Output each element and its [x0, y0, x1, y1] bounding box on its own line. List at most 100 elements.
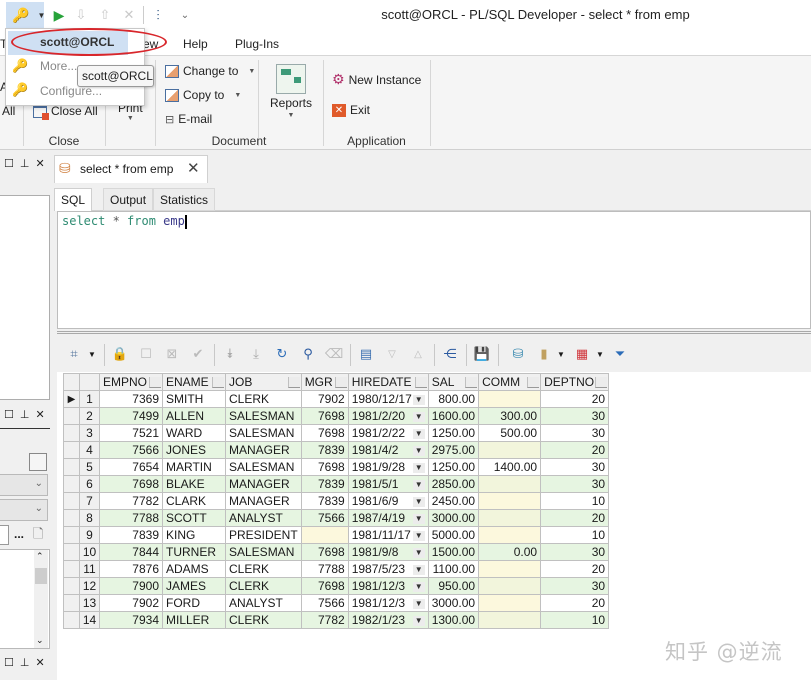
date-picker-dropdown-icon[interactable]: ▼ [412, 412, 425, 422]
close-all-button[interactable]: Close All [33, 104, 98, 120]
cell-deptno[interactable]: 30 [540, 543, 610, 561]
row-number[interactable]: 6 [79, 475, 100, 493]
date-picker-dropdown-icon[interactable]: ▼ [412, 531, 425, 541]
cell-empno[interactable]: 7788 [99, 509, 163, 527]
date-picker-dropdown-icon[interactable]: ▼ [412, 599, 425, 609]
editor-grid-splitter[interactable] [57, 331, 811, 334]
cell-hiredate[interactable]: 1981/2/20 ▼ [347, 407, 429, 425]
cell-comm[interactable]: 300.00 [478, 407, 542, 425]
cell-sal[interactable]: 1250.00 [427, 424, 480, 442]
email-button[interactable]: ⊟ E-mail [165, 112, 212, 126]
break-icon[interactable]: ✕ [120, 6, 138, 24]
new-record-icon[interactable]: ☐ [138, 346, 154, 362]
cell-job[interactable]: SALESMAN [225, 458, 302, 476]
cell-job[interactable]: SALESMAN [225, 407, 302, 425]
cell-ename[interactable]: KING [162, 526, 226, 544]
checkbox[interactable] [29, 453, 47, 471]
cell-hiredate[interactable]: 1981/12/3 ▼ [347, 594, 429, 612]
row-indicator[interactable] [63, 560, 80, 578]
close-tab-icon[interactable]: ✕ [187, 159, 200, 177]
cell-empno[interactable]: 7566 [99, 441, 163, 459]
cell-sal[interactable]: 5000.00 [427, 526, 480, 544]
fetch-next-icon[interactable]: ⯯ [222, 346, 238, 362]
cell-sal[interactable]: 1300.00 [427, 611, 480, 629]
cell-hiredate[interactable]: 1981/9/28 ▼ [347, 458, 429, 476]
cell-sal[interactable]: 2975.00 [427, 441, 480, 459]
cell-job[interactable]: CLERK [225, 577, 302, 595]
date-picker-dropdown-icon[interactable]: ▼ [412, 480, 425, 490]
cell-hiredate[interactable]: 1981/11/17 ▼ [347, 526, 429, 544]
cell-deptno[interactable]: 20 [540, 560, 610, 578]
cell-job[interactable]: MANAGER [225, 441, 302, 459]
date-picker-dropdown-icon[interactable]: ▼ [412, 514, 425, 524]
cell-hiredate[interactable]: 1980/12/17 ▼ [347, 390, 429, 408]
cell-deptno[interactable]: 30 [540, 424, 610, 442]
cell-ename[interactable]: MILLER [162, 611, 226, 629]
lock-icon[interactable]: 🔒 [112, 346, 128, 362]
cell-empno[interactable]: 7934 [99, 611, 163, 629]
cell-ename[interactable]: SCOTT [162, 509, 226, 527]
scroll-thumb[interactable] [35, 568, 47, 584]
table-row[interactable]: 12 7900 JAMES CLERK 7698 1981/12/3 ▼ 950.00 30 [63, 577, 610, 595]
find-icon[interactable]: ⚲ [300, 346, 316, 362]
cell-empno[interactable]: 7844 [99, 543, 163, 561]
cell-ename[interactable]: ADAMS [162, 560, 226, 578]
cell-hiredate[interactable]: 1981/2/22 ▼ [347, 424, 429, 442]
cell-sal[interactable]: 1600.00 [427, 407, 480, 425]
cell-job[interactable]: CLERK [225, 390, 302, 408]
row-indicator[interactable] [63, 594, 80, 612]
new-item-icon[interactable]: 🗋 [33, 525, 43, 547]
table-row[interactable]: 3 7521 WARD SALESMAN 7698 1981/2/22 ▼ 1250.00 50… [63, 424, 610, 442]
column-header-hiredate[interactable]: HIREDATE [347, 373, 429, 391]
cell-mgr[interactable]: 7839 [300, 492, 349, 510]
refresh-icon[interactable]: ↻ [274, 346, 290, 362]
step-up-icon[interactable]: ⇧ [96, 6, 114, 24]
table-row[interactable]: 6 7698 BLAKE MANAGER 7839 1981/5/1 ▼ 2850.00 30 [63, 475, 610, 493]
date-picker-dropdown-icon[interactable]: ▼ [412, 565, 425, 575]
cell-empno[interactable]: 7839 [99, 526, 163, 544]
fetch-last-icon[interactable]: ⤓ [248, 346, 264, 362]
cell-deptno[interactable]: 20 [540, 441, 610, 459]
row-number[interactable]: 12 [79, 577, 100, 595]
row-number[interactable]: 13 [79, 594, 100, 612]
column-header-job[interactable]: JOB [225, 373, 302, 391]
cell-empno[interactable]: 7369 [99, 390, 163, 408]
table-row[interactable]: 9 7839 KING PRESIDENT 1981/11/17 ▼ 5000.00 10 [63, 526, 610, 544]
column-header-empno[interactable]: EMPNO [99, 373, 163, 391]
column-header-comm[interactable]: COMM [478, 373, 542, 391]
cell-job[interactable]: CLERK [225, 611, 302, 629]
cell-empno[interactable]: 7698 [99, 475, 163, 493]
column-header-deptno[interactable]: DEPTNO [540, 373, 610, 391]
chevron-down-icon[interactable]: ▼ [553, 346, 569, 362]
cell-ename[interactable]: JAMES [162, 577, 226, 595]
filter-icon[interactable]: ⏷ [612, 346, 628, 362]
new-instance-button[interactable]: ⚙ New Instance [332, 71, 421, 88]
select-cells-icon[interactable]: ⌗ [66, 346, 82, 362]
cell-ename[interactable]: WARD [162, 424, 226, 442]
cell-mgr[interactable]: 7902 [300, 390, 349, 408]
cell-deptno[interactable]: 10 [540, 526, 610, 544]
menu-help[interactable]: Help [183, 37, 208, 51]
cell-sal[interactable]: 1250.00 [427, 458, 480, 476]
result-grid[interactable]: EMPNO ENAME JOB MGR HIREDATE SAL COMM DE… [63, 373, 610, 629]
column-sort-button[interactable] [595, 377, 608, 388]
tab-statistics[interactable]: Statistics [153, 188, 216, 211]
table-row[interactable]: 14 7934 MILLER CLERK 7782 1982/1/23 ▼ 1300.00 10 [63, 611, 610, 629]
table-row[interactable]: 8 7788 SCOTT ANALYST 7566 1987/4/19 ▼ 3000.00 20 [63, 509, 610, 527]
overflow-menu-icon[interactable]: ⌄ [176, 6, 194, 24]
filter-select-1[interactable]: ⌄ [0, 474, 48, 496]
clear-icon[interactable]: ⌫ [325, 346, 343, 362]
cell-comm[interactable] [478, 441, 542, 459]
row-indicator[interactable] [63, 458, 80, 476]
cell-mgr[interactable]: 7839 [300, 441, 349, 459]
cell-hiredate[interactable]: 1981/5/1 ▼ [347, 475, 429, 493]
row-indicator[interactable] [63, 475, 80, 493]
column-sort-button[interactable] [287, 377, 300, 388]
cell-comm[interactable] [478, 560, 542, 578]
save-icon[interactable]: 💾 [474, 346, 490, 362]
cell-job[interactable]: ANALYST [225, 594, 302, 612]
cell-ename[interactable]: CLARK [162, 492, 226, 510]
dropdown-arrow-icon[interactable]: ▼ [84, 346, 100, 362]
cell-empno[interactable]: 7782 [99, 492, 163, 510]
chart-icon[interactable]: ▮ [536, 346, 552, 362]
